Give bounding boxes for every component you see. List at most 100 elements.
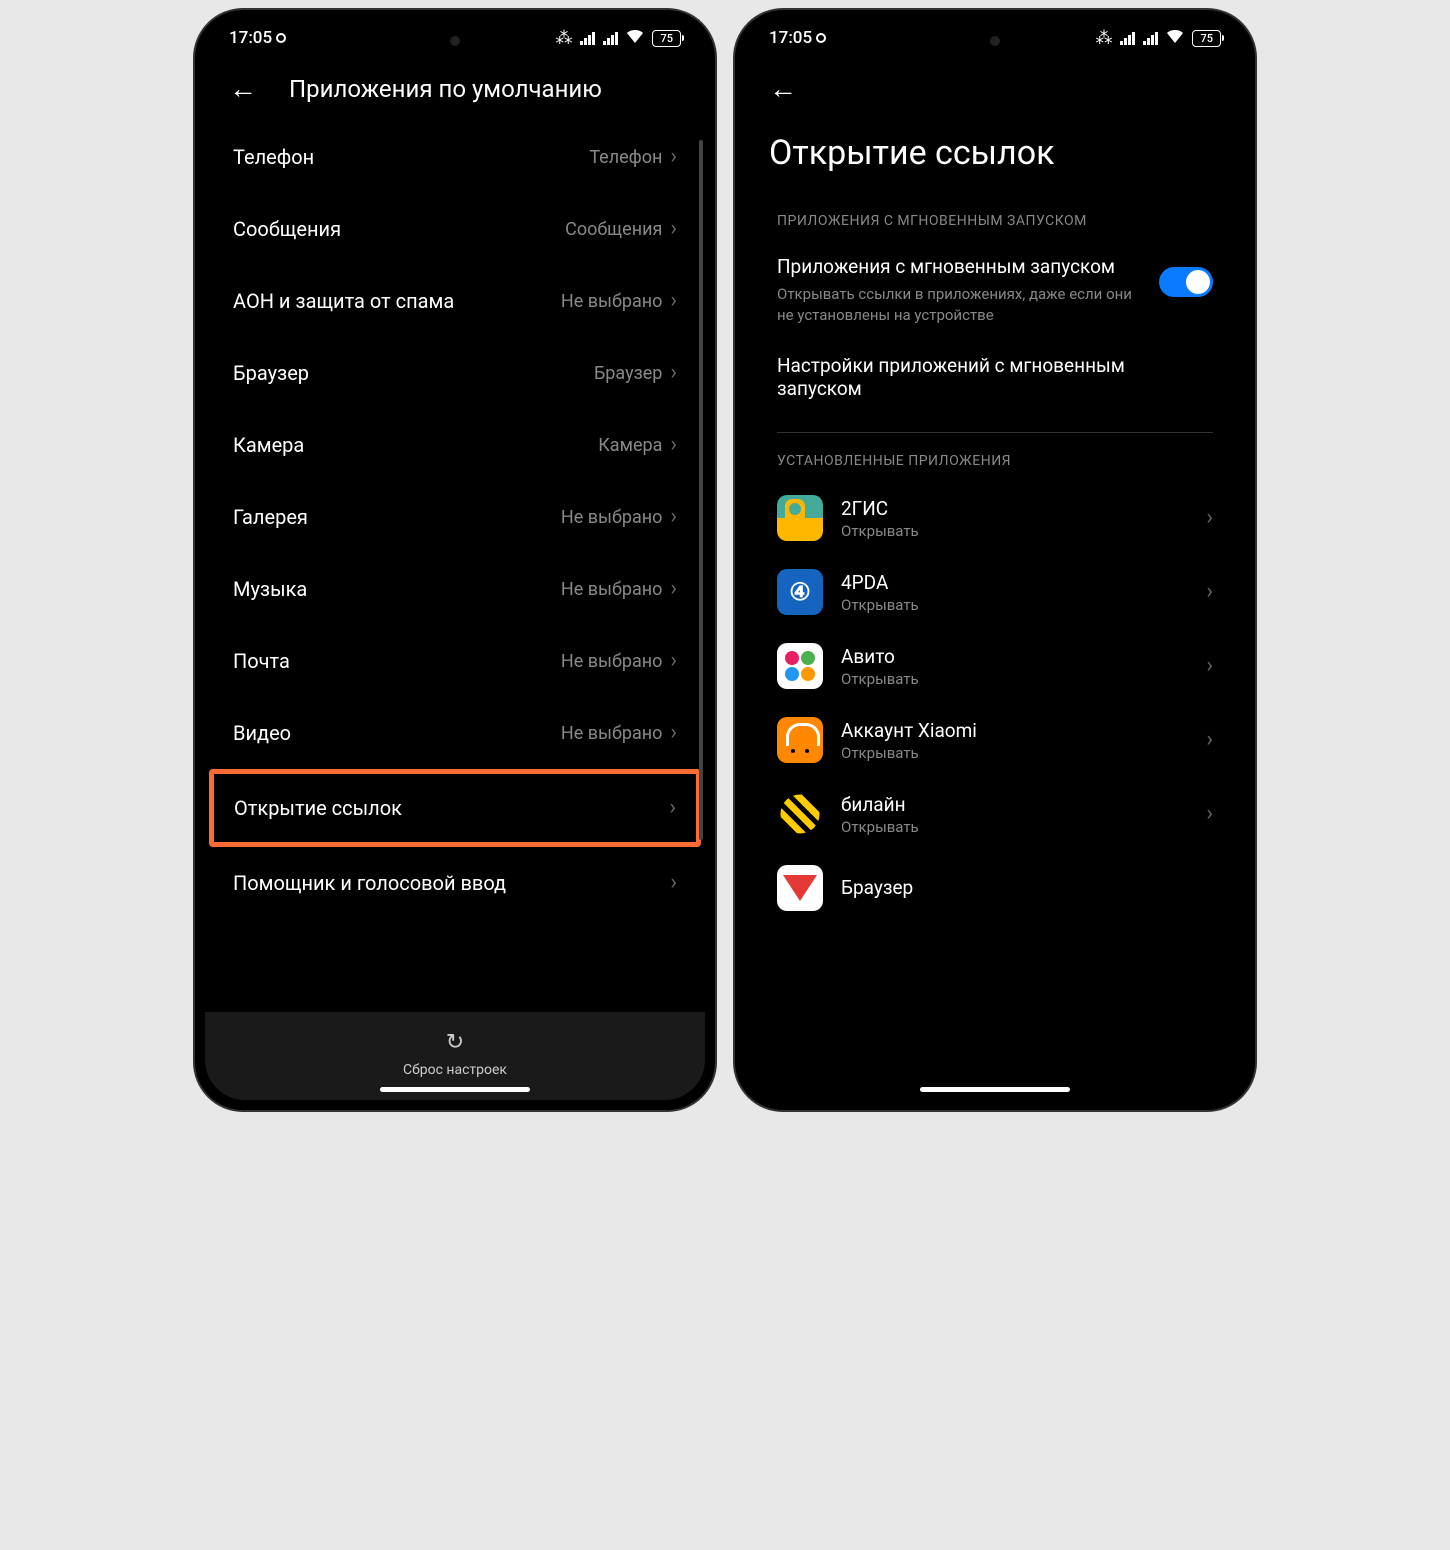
signal-icon-2 [603, 31, 618, 45]
phone-right: 17:05 ⁂ 75 ← Открытие ссылок ПРИЛОЖЕНИЯ … [735, 10, 1255, 1110]
app-row-beeline[interactable]: билайн Открывать › [753, 777, 1237, 851]
chevron-right-icon: › [670, 872, 677, 894]
bluetooth-icon: ⁂ [1095, 28, 1112, 48]
app-row-xiaomi-account[interactable]: Аккаунт Xiaomi Открывать › [753, 703, 1237, 777]
app-name: Авито [841, 645, 1188, 668]
app-sub: Открывать [841, 670, 1188, 688]
app-row-4pda[interactable]: ④ 4PDA Открывать › [753, 555, 1237, 629]
row-label: Видео [233, 721, 291, 745]
status-dot-icon [816, 33, 826, 43]
row-messages[interactable]: Сообщения Сообщения › [213, 193, 697, 265]
section-instant-apps: ПРИЛОЖЕНИЯ С МГНОВЕННЫМ ЗАПУСКОМ [753, 205, 1237, 241]
home-indicator[interactable] [380, 1087, 530, 1092]
row-music[interactable]: Музыка Не выбрано› [213, 553, 697, 625]
toggle-instant-apps[interactable]: Приложения с мгновенным запуском Открыва… [753, 241, 1237, 340]
chevron-right-icon: › [1206, 729, 1213, 751]
camera-notch [450, 36, 460, 46]
app-icon-2gis [777, 495, 823, 541]
wifi-icon [1166, 28, 1184, 48]
row-instant-app-settings[interactable]: Настройки приложений с мгновенным запуск… [753, 340, 1237, 420]
chevron-right-icon: › [670, 434, 677, 456]
chevron-right-icon: › [670, 362, 677, 384]
row-label: Открытие ссылок [234, 796, 402, 820]
chevron-right-icon: › [669, 797, 676, 819]
status-time: 17:05 [229, 28, 272, 48]
row-mail[interactable]: Почта Не выбрано› [213, 625, 697, 697]
app-name: 4PDA [841, 571, 1188, 594]
camera-notch [990, 36, 1000, 46]
toggle-switch[interactable] [1159, 267, 1213, 297]
row-video[interactable]: Видео Не выбрано › [213, 697, 697, 769]
wifi-icon [626, 28, 644, 48]
scrollbar[interactable] [699, 140, 703, 840]
row-label: Камера [233, 433, 304, 457]
chevron-right-icon: › [670, 722, 677, 744]
app-icon-xiaomi [777, 717, 823, 763]
chevron-right-icon: › [1206, 581, 1213, 603]
row-label: Телефон [233, 145, 314, 169]
row-value: Не выбрано [561, 723, 662, 744]
chevron-right-icon: › [1206, 655, 1213, 677]
app-row-avito[interactable]: Авито Открывать › [753, 629, 1237, 703]
screen-right: 17:05 ⁂ 75 ← Открытие ссылок ПРИЛОЖЕНИЯ … [745, 20, 1245, 1100]
chevron-right-icon: › [1206, 803, 1213, 825]
app-row-2gis[interactable]: 2ГИС Открывать › [753, 481, 1237, 555]
row-gallery[interactable]: Галерея Не выбрано› [213, 481, 697, 553]
chevron-right-icon: › [670, 506, 677, 528]
row-value: Браузер [594, 363, 662, 384]
app-sub: Открывать [841, 744, 1188, 762]
app-name: Аккаунт Xiaomi [841, 719, 1188, 742]
row-label: АОН и защита от спама [233, 289, 454, 313]
chevron-right-icon: › [670, 290, 677, 312]
app-icon-beeline [777, 791, 823, 837]
row-phone[interactable]: Телефон Телефон› [213, 121, 697, 193]
content-right[interactable]: ПРИЛОЖЕНИЯ С МГНОВЕННЫМ ЗАПУСКОМ Приложе… [745, 205, 1245, 1100]
row-value: Камера [598, 435, 662, 456]
phone-left: 17:05 ⁂ 75 ← Приложения по умолчанию Тел… [195, 10, 715, 1110]
battery-icon: 75 [652, 30, 681, 47]
back-button[interactable]: ← [765, 72, 801, 105]
page-title: Открытие ссылок [745, 105, 1245, 205]
row-assistant[interactable]: Помощник и голосовой ввод › [213, 847, 697, 919]
toggle-title: Приложения с мгновенным запуском [777, 255, 1143, 278]
signal-icon-1 [1120, 31, 1135, 45]
row-opening-links[interactable]: Открытие ссылок › [209, 769, 701, 847]
row-caller-id[interactable]: АОН и защита от спама Не выбрано› [213, 265, 697, 337]
row-value: Не выбрано [561, 651, 662, 672]
app-name: Браузер [841, 876, 1213, 899]
row-label: Браузер [233, 361, 309, 385]
bluetooth-icon: ⁂ [555, 28, 572, 48]
app-name: 2ГИС [841, 497, 1188, 520]
app-row-browser[interactable]: Браузер [753, 851, 1237, 925]
app-sub: Открывать [841, 596, 1188, 614]
row-value: Не выбрано [561, 507, 662, 528]
app-icon-avito [777, 643, 823, 689]
status-time: 17:05 [769, 28, 812, 48]
home-indicator[interactable] [920, 1087, 1070, 1092]
settings-list[interactable]: Телефон Телефон› Сообщения Сообщения› АО… [205, 121, 705, 1004]
chevron-right-icon: › [670, 218, 677, 240]
page-title: Приложения по умолчанию [289, 75, 602, 103]
signal-icon-1 [580, 31, 595, 45]
toggle-thumb [1186, 270, 1210, 294]
row-camera[interactable]: Камера Камера › [213, 409, 697, 481]
screen-left: 17:05 ⁂ 75 ← Приложения по умолчанию Тел… [205, 20, 705, 1100]
row-label: Сообщения [233, 217, 341, 241]
header-left: ← Приложения по умолчанию [205, 52, 705, 121]
back-button[interactable]: ← [225, 72, 261, 105]
row-browser[interactable]: Браузер Браузер › [213, 337, 697, 409]
battery-icon: 75 [1192, 30, 1221, 47]
app-sub: Открывать [841, 818, 1188, 836]
row-label: Музыка [233, 577, 307, 601]
signal-icon-2 [1143, 31, 1158, 45]
app-name: билайн [841, 793, 1188, 816]
row-value: Телефон [589, 147, 662, 168]
section-installed-apps: УСТАНОВЛЕННЫЕ ПРИЛОЖЕНИЯ [753, 445, 1237, 481]
status-dot-icon [276, 33, 286, 43]
row-label: Помощник и голосовой ввод [233, 871, 506, 895]
app-sub: Открывать [841, 522, 1188, 540]
reset-label: Сброс настроек [403, 1062, 507, 1078]
settings-link-label: Настройки приложений с мгновенным запуск… [777, 354, 1213, 400]
divider [777, 432, 1213, 433]
row-value: Сообщения [565, 219, 662, 240]
